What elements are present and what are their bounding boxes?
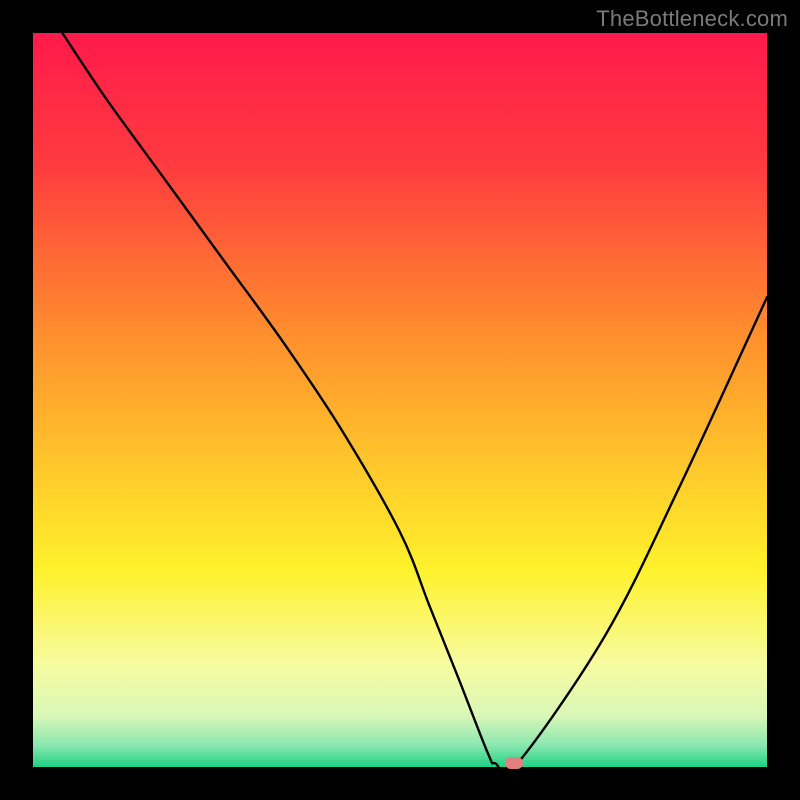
gradient-background [33,33,767,767]
chart-plot-area [33,33,767,767]
bottleneck-chart [33,33,767,767]
watermark-text: TheBottleneck.com [596,6,788,32]
optimal-point-marker [505,757,523,769]
